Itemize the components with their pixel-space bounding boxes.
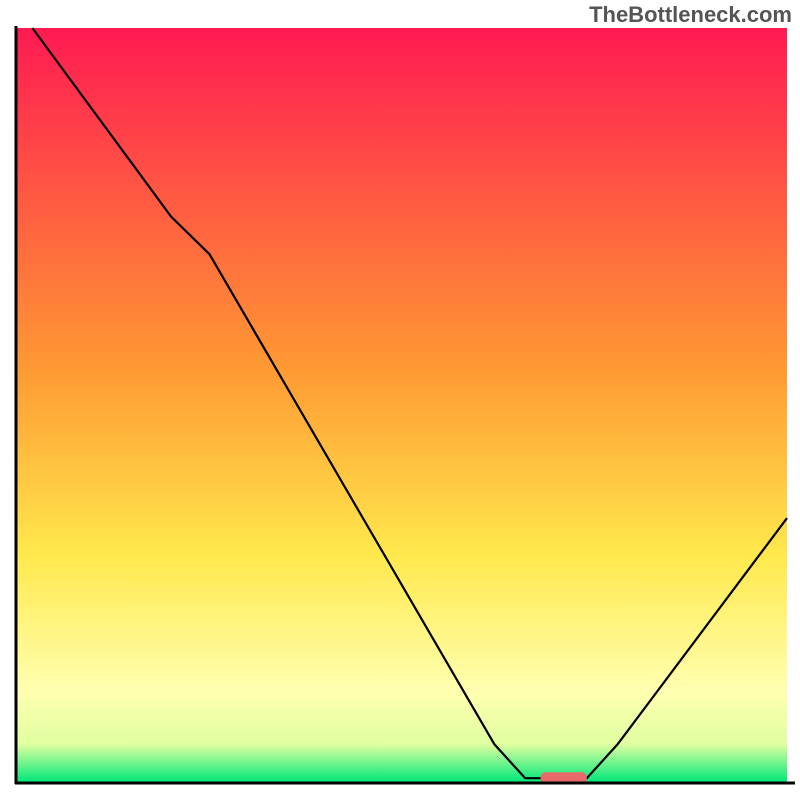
- plot-background: [17, 28, 787, 782]
- chart-svg: [0, 0, 800, 800]
- watermark-text: TheBottleneck.com: [589, 2, 792, 28]
- chart-container: TheBottleneck.com: [0, 0, 800, 800]
